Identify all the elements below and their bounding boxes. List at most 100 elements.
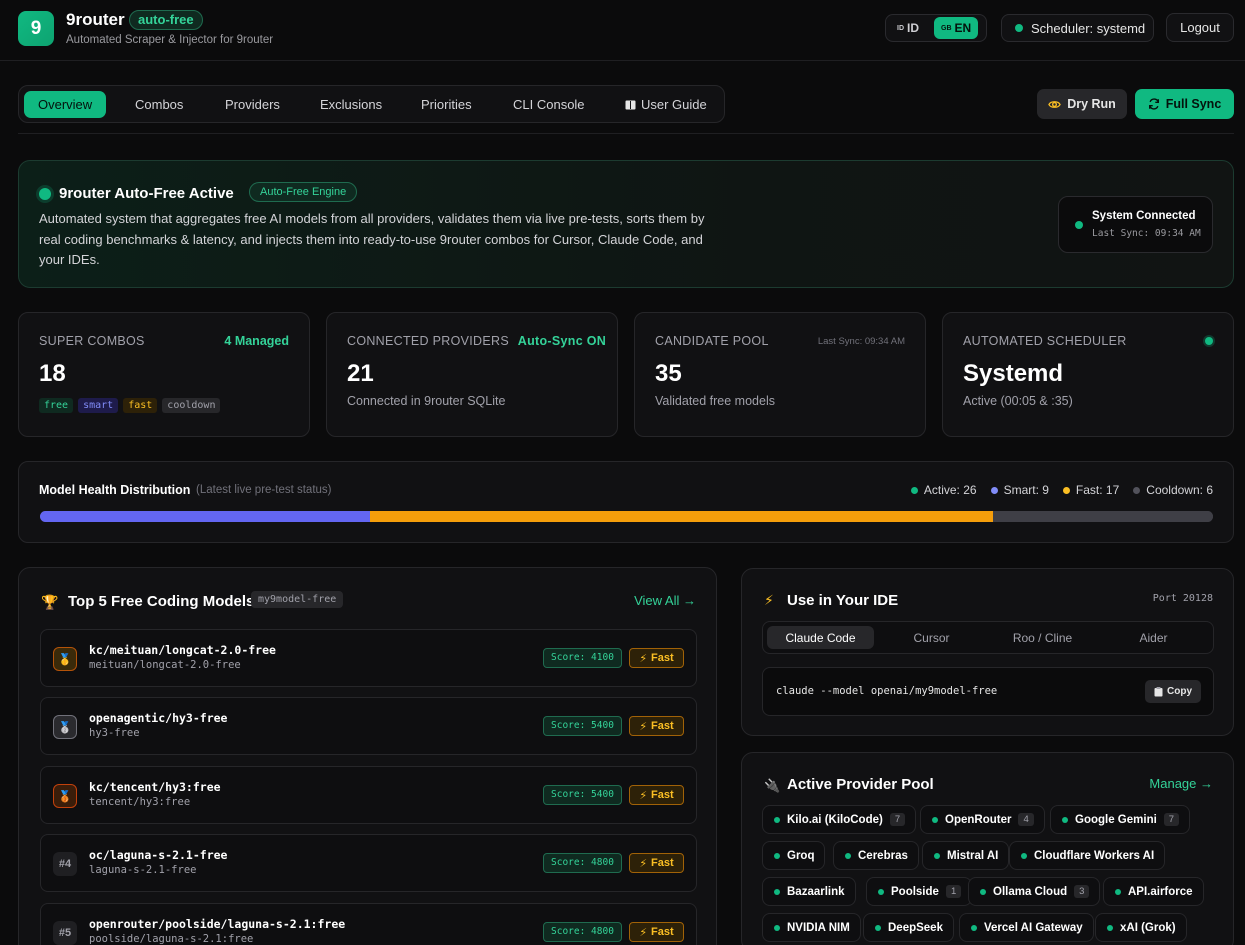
lang-en-button[interactable]: GB EN [934,17,979,39]
status-dot-icon [980,888,986,895]
tab-exclusions[interactable]: Exclusions [306,91,396,118]
copy-button[interactable]: Copy [1145,680,1201,703]
lightning-icon: ⚡ [639,652,648,665]
provider-name: NVIDIA NIM [787,921,850,934]
model-row[interactable]: #5 openrouter/poolside/laguna-s-2.1:free… [40,903,697,945]
stat-label: CANDIDATE POOL [655,334,769,348]
manage-providers-link[interactable]: Manage → [1149,776,1213,791]
model-row[interactable]: 🥇 kc/meituan/longcat-2.0-free meituan/lo… [40,629,697,687]
legend-active: Active: 26 [910,483,977,497]
model-name: kc/tencent/hy3:free [89,780,221,794]
hero-banner: 9router Auto-Free Active Auto-Free Engin… [18,160,1234,288]
gold-medal-icon: 🥇 [53,647,77,671]
provider-name: Groq [787,849,815,862]
provider-chip[interactable]: Groq [762,841,826,870]
tab-overview[interactable]: Overview [24,91,107,118]
provider-chip[interactable]: Kilo.ai (KiloCode) 7 [762,805,917,834]
provider-chip[interactable]: xAI (Grok) [1095,913,1187,942]
provider-chip[interactable]: Cerebras [833,841,919,870]
stat-sub: Active (00:05 & :35) [963,394,1073,408]
ide-tab-cursor[interactable]: Cursor [878,626,985,649]
stat-label-text: CONNECTED PROVIDERS [347,334,509,348]
provider-name: Ollama Cloud [993,885,1068,898]
nav-divider [18,133,1234,134]
model-name: kc/meituan/longcat-2.0-free [89,643,276,657]
model-row[interactable]: #4 oc/laguna-s-2.1-free laguna-s-2.1-fre… [40,834,697,892]
model-count: 7 [889,813,906,826]
eye-icon [1048,100,1061,108]
model-row[interactable]: 🥉 kc/tencent/hy3:free tencent/hy3:free S… [40,766,697,824]
tab-user-guide[interactable]: User Guide [611,91,721,118]
logout-button[interactable]: Logout [1166,13,1234,42]
speed-badge: ⚡ Fast [629,648,684,668]
provider-chip[interactable]: Vercel AI Gateway [959,913,1094,942]
legend-dot-icon [910,486,918,494]
provider-chip[interactable]: Ollama Cloud 3 [968,877,1101,906]
provider-chip[interactable]: Mistral AI [922,841,1010,870]
status-dot-icon [932,816,938,823]
status-dot-icon [1115,888,1121,895]
provider-name: Cloudflare Workers AI [1034,849,1155,862]
provider-chip[interactable]: DeepSeek [863,913,954,942]
speed-badge: ⚡ Fast [629,922,684,942]
view-all-link[interactable]: View All → [634,593,696,608]
hero-description: Automated system that aggregates free AI… [39,211,705,267]
gb-flag-icon: GB [941,24,952,32]
rank-badge: #5 [53,921,77,945]
main-nav: Overview Combos Providers Exclusions Pri… [18,85,725,123]
status-dot-icon [1062,816,1068,823]
id-flag-icon: ID [897,24,904,32]
provider-name: Kilo.ai (KiloCode) [787,813,883,826]
stat-accent: 4 Managed [224,334,289,348]
tab-combos[interactable]: Combos [121,91,197,118]
legend-fast: Fast: 17 [1062,483,1119,497]
provider-chip[interactable]: Google Gemini 7 [1050,805,1191,834]
provider-name: Mistral AI [947,849,999,862]
legend-cooldown: Cooldown: 6 [1133,483,1213,497]
lightning-icon: ⚡ [639,789,648,802]
score-badge: Score: 5400 [543,716,622,736]
stat-candidate-pool: CANDIDATE POOL Last Sync: 09:34 AM 35 Va… [634,312,926,437]
dry-run-button[interactable]: Dry Run [1037,89,1127,119]
status-dot-icon [1015,24,1023,32]
ide-usage-panel: ⚡ Use in Your IDE Port 20128 Claude Code… [741,568,1234,736]
speed-label: Fast [651,857,674,869]
lang-id-button[interactable]: ID ID [890,17,926,39]
tab-priorities[interactable]: Priorities [407,91,486,118]
book-icon [625,100,636,109]
provider-name: Bazaarlink [787,885,845,898]
tab-cli-console[interactable]: CLI Console [499,91,599,118]
provider-chip[interactable]: Cloudflare Workers AI [1009,841,1166,870]
command-text: claude --model openai/my9model-free [776,685,998,697]
provider-chip[interactable]: Bazaarlink [762,877,856,906]
health-segment-cooldown [993,511,1213,522]
provider-name: API.airforce [1128,885,1193,898]
model-id: laguna-s-2.1-free [89,864,197,876]
chip-free: free [39,398,74,413]
tab-providers[interactable]: Providers [211,91,294,118]
ide-tab-claude-code[interactable]: Claude Code [767,626,874,649]
ide-tab-roo-cline[interactable]: Roo / Cline [989,626,1096,649]
stat-super-combos: SUPER COMBOS 4 Managed 18 free smart fas… [18,312,310,437]
full-sync-button[interactable]: Full Sync [1135,89,1234,119]
provider-chip[interactable]: Poolside 1 [866,877,973,906]
command-box: claude --model openai/my9model-free Copy [762,667,1214,716]
status-dot-icon [774,888,780,895]
port-label: Port 20128 [1152,593,1213,604]
app-subtitle: Automated Scraper & Injector for 9router [66,34,274,46]
silver-medal-icon: 🥈 [53,715,77,739]
stat-value: 18 [39,360,66,387]
stat-value: 21 [347,360,374,387]
speed-label: Fast [651,652,674,664]
copy-label: Copy [1167,686,1192,697]
lang-id-label: ID [907,21,919,35]
model-row[interactable]: 🥈 openagentic/hy3-free hy3-free Score: 5… [40,697,697,755]
speed-badge: ⚡ Fast [629,716,684,736]
provider-chip[interactable]: OpenRouter 4 [920,805,1045,834]
stat-automated-scheduler: AUTOMATED SCHEDULER Systemd Active (00:0… [942,312,1234,437]
provider-chip[interactable]: NVIDIA NIM [762,913,861,942]
ide-tab-aider[interactable]: Aider [1100,626,1207,649]
health-segment-smart [40,511,370,522]
provider-chip[interactable]: API.airforce [1103,877,1204,906]
stat-accent: Auto-Sync ON [517,334,607,348]
